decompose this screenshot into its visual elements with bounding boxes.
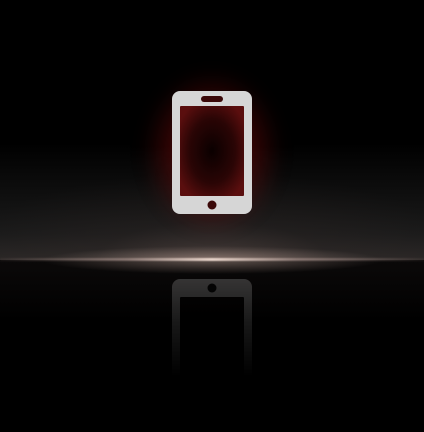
horizon-line [0,258,424,261]
phone-home-button [207,200,217,210]
phone-speaker [201,96,223,102]
smartphone-icon [172,91,252,214]
smartphone-reflection [172,279,252,402]
glowing-phone-scene [0,0,424,432]
phone-screen [180,106,244,196]
